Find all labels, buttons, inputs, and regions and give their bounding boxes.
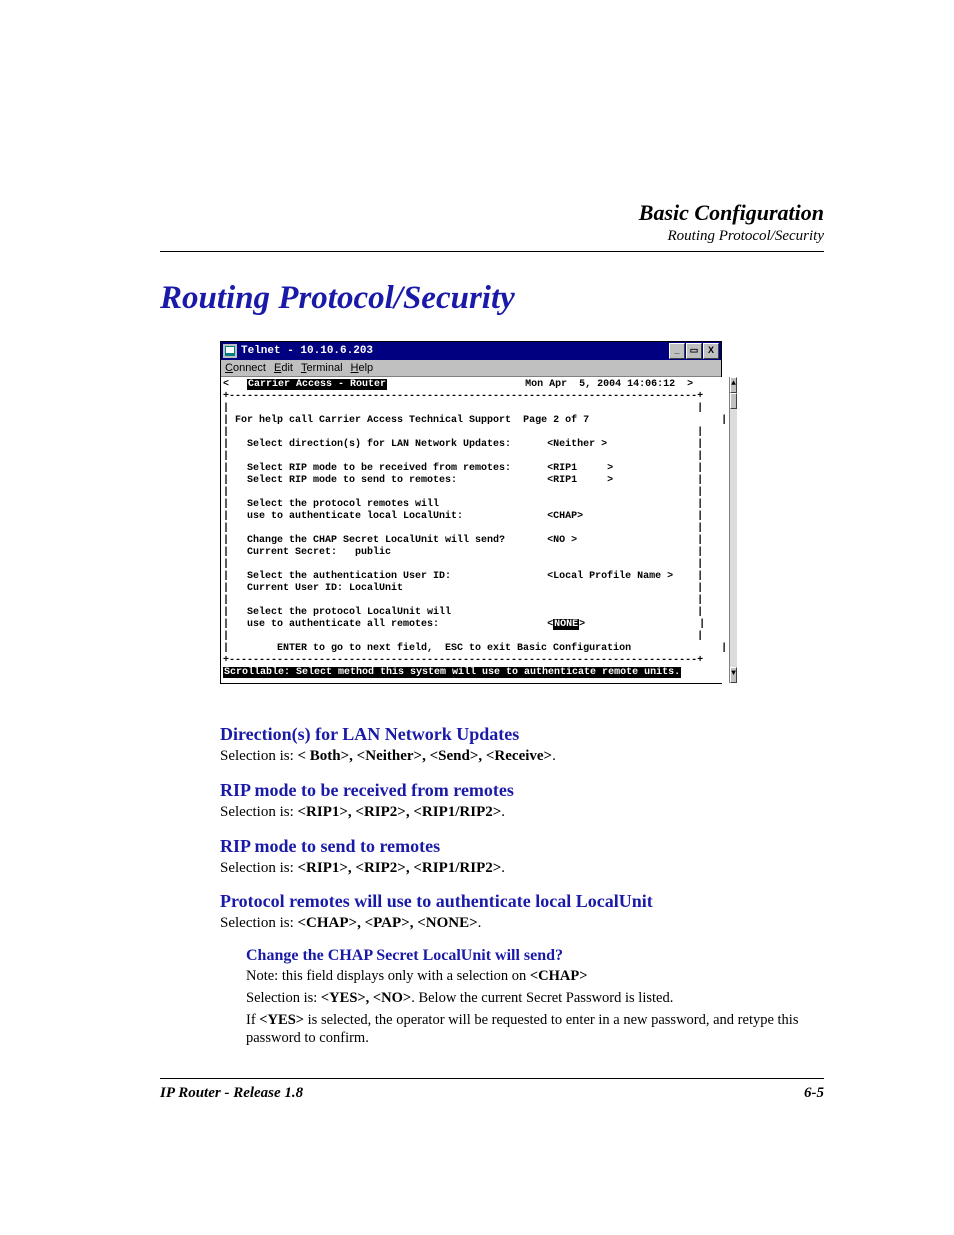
section-change-secret-yes: If <YES> is selected, the operator will … — [246, 1011, 824, 1047]
field-auth-local-value[interactable]: <CHAP> — [547, 511, 583, 522]
section-rip-send-text: Selection is: <RIP1>, <RIP2>, <RIP1/RIP2… — [220, 859, 824, 878]
telnet-app-icon — [223, 344, 237, 358]
field-rip-send-label: Select RIP mode to send to remotes: — [247, 475, 457, 486]
field-rip-recv-value[interactable]: <RIP1 > — [547, 463, 613, 474]
term-header-right: Mon Apr 5, 2004 14:06:12 — [525, 379, 675, 390]
menu-terminal[interactable]: Terminal — [301, 362, 343, 374]
section-change-secret-heading: Change the CHAP Secret LocalUnit will se… — [246, 947, 824, 965]
scroll-thumb[interactable] — [730, 393, 737, 409]
field-change-secret-label: Change the CHAP Secret LocalUnit will se… — [247, 535, 505, 546]
page-title: Routing Protocol/Security — [160, 280, 824, 317]
window-titlebar[interactable]: Telnet - 10.10.6.203 _ ▭ X — [221, 342, 721, 360]
section-rip-send-heading: RIP mode to send to remotes — [220, 836, 824, 857]
minimize-button[interactable]: _ — [669, 343, 685, 359]
section-rip-recv-heading: RIP mode to be received from remotes — [220, 780, 824, 801]
page-footer: IP Router - Release 1.8 6-5 — [160, 1085, 824, 1102]
window-title: Telnet - 10.10.6.203 — [241, 345, 669, 357]
section-change-secret-note: Note: this field displays only with a se… — [246, 967, 824, 985]
field-auth-local-label-1: Select the protocol remotes will — [247, 499, 439, 510]
term-instruction: ENTER to go to next field, ESC to exit B… — [277, 643, 631, 654]
section-auth-local-text: Selection is: <CHAP>, <PAP>, <NONE>. — [220, 914, 824, 933]
field-rip-recv-label: Select RIP mode to be received from remo… — [247, 463, 511, 474]
field-change-secret-value[interactable]: <NO > — [547, 535, 577, 546]
footer-rule — [160, 1078, 824, 1079]
field-current-userid: Current User ID: LocalUnit — [247, 583, 403, 594]
scroll-down-icon[interactable]: ▼ — [730, 667, 737, 683]
maximize-button[interactable]: ▭ — [686, 343, 702, 359]
field-auth-remotes-value[interactable]: <NONE> — [547, 619, 585, 630]
section-auth-local-heading: Protocol remotes will use to authenticat… — [220, 891, 824, 912]
field-auth-local-label-2: use to authenticate local LocalUnit: — [247, 511, 463, 522]
field-lan-updates-value[interactable]: <Neither > — [547, 439, 607, 450]
scroll-up-icon[interactable]: ▲ — [730, 377, 737, 393]
field-auth-remotes-label-2: use to authenticate all remotes: — [247, 619, 439, 630]
menu-edit[interactable]: Edit — [274, 362, 293, 374]
footer-page-number: 6-5 — [804, 1085, 824, 1102]
section-lan-updates-text: Selection is: < Both>, <Neither>, <Send>… — [220, 747, 824, 766]
header-rule — [160, 251, 824, 252]
menu-help[interactable]: Help — [351, 362, 374, 374]
field-auth-userid-value[interactable]: <Local Profile Name > — [547, 571, 673, 582]
vertical-scrollbar[interactable]: ▲ ▼ — [729, 377, 737, 683]
field-lan-updates-label: Select direction(s) for LAN Network Upda… — [247, 439, 511, 450]
telnet-window: Telnet - 10.10.6.203 _ ▭ X Connect Edit … — [220, 341, 722, 684]
term-status-line: Scrollable: Select method this system wi… — [223, 667, 681, 678]
field-current-secret: Current Secret: public — [247, 547, 391, 558]
term-header-left: Carrier Access - Router — [247, 379, 387, 390]
section-rip-recv-text: Selection is: <RIP1>, <RIP2>, <RIP1/RIP2… — [220, 803, 824, 822]
running-header: Basic Configuration Routing Protocol/Sec… — [160, 200, 824, 245]
running-header-section: Routing Protocol/Security — [160, 228, 824, 245]
menu-connect[interactable]: Connect — [225, 362, 266, 374]
running-header-chapter: Basic Configuration — [160, 200, 824, 226]
terminal-area[interactable]: < Carrier Access - Router Mon Apr 5, 200… — [221, 377, 729, 683]
section-lan-updates-heading: Direction(s) for LAN Network Updates — [220, 724, 824, 745]
footer-left: IP Router - Release 1.8 — [160, 1085, 303, 1102]
term-help-line: For help call Carrier Access Technical S… — [235, 415, 589, 426]
document-body: Direction(s) for LAN Network Updates Sel… — [220, 724, 824, 1048]
field-auth-userid-label: Select the authentication User ID: — [247, 571, 451, 582]
field-rip-send-value[interactable]: <RIP1 > — [547, 475, 613, 486]
close-button[interactable]: X — [703, 343, 719, 359]
field-auth-remotes-label-1: Select the protocol LocalUnit will — [247, 607, 451, 618]
menu-bar: Connect Edit Terminal Help — [221, 360, 721, 377]
section-change-secret-selection: Selection is: <YES>, <NO>. Below the cur… — [246, 989, 824, 1007]
